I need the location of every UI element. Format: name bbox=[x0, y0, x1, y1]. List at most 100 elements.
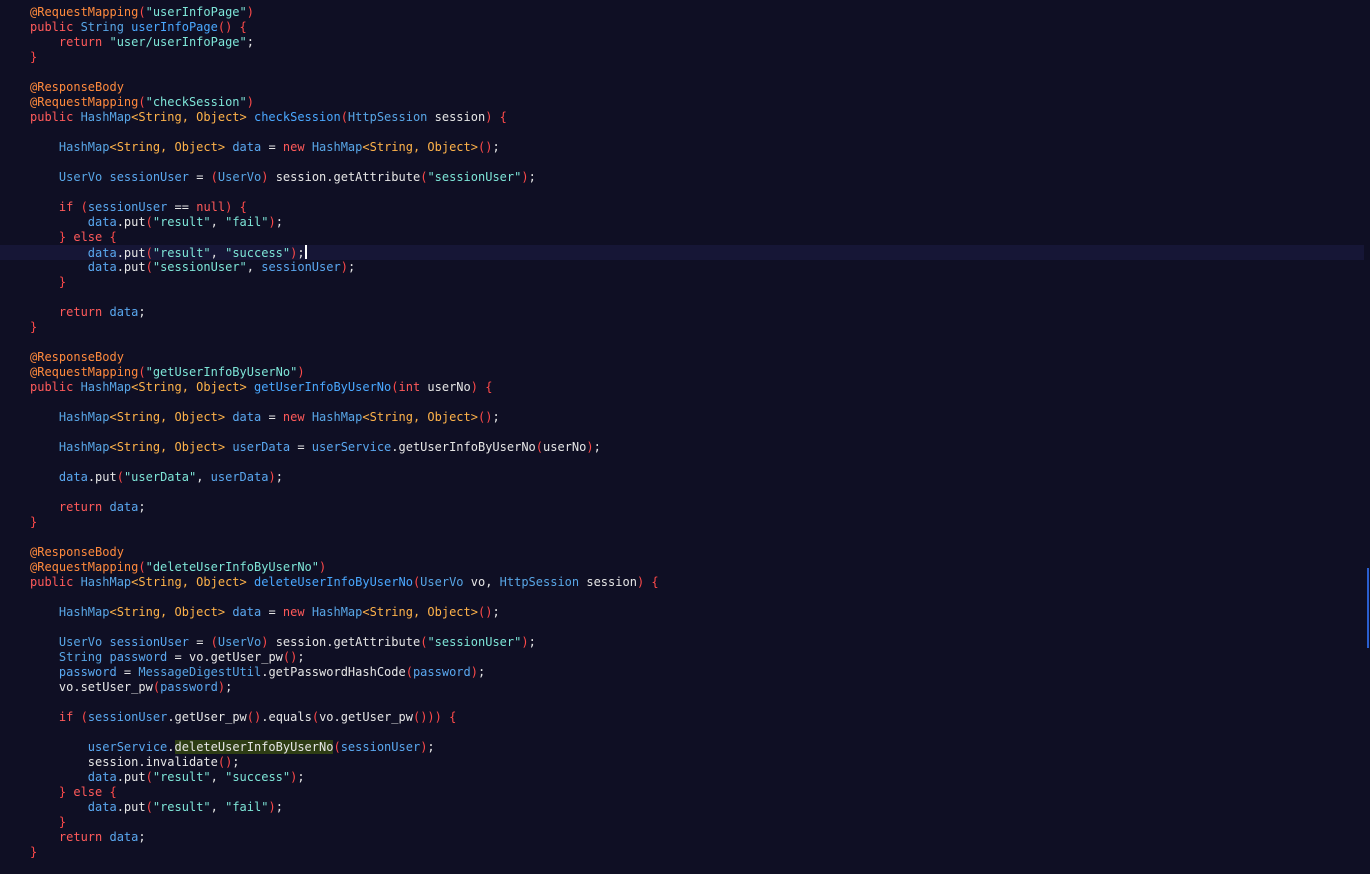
code-line[interactable] bbox=[0, 155, 1364, 170]
code-line[interactable]: data.put("result", "fail"); bbox=[0, 800, 1364, 815]
code-line[interactable]: String password = vo.getUser_pw(); bbox=[0, 650, 1364, 665]
code-line[interactable]: HashMap<String, Object> data = new HashM… bbox=[0, 410, 1364, 425]
code-line[interactable]: return data; bbox=[0, 305, 1364, 320]
code-line[interactable]: password = MessageDigestUtil.getPassword… bbox=[0, 665, 1364, 680]
code-line[interactable] bbox=[0, 485, 1364, 500]
code-line[interactable]: @RequestMapping("userInfoPage") bbox=[0, 5, 1364, 20]
code-line[interactable]: vo.setUser_pw(password); bbox=[0, 680, 1364, 695]
code-token: "fail" bbox=[225, 800, 269, 814]
code-line[interactable]: if (sessionUser.getUser_pw().equals(vo.g… bbox=[0, 710, 1364, 725]
code-line[interactable] bbox=[0, 125, 1364, 140]
code-line[interactable]: userService.deleteUserInfoByUserNo(sessi… bbox=[0, 740, 1364, 755]
code-token: = bbox=[261, 140, 283, 154]
code-token: ; bbox=[492, 140, 500, 154]
code-token: ( bbox=[405, 665, 413, 679]
code-line[interactable] bbox=[0, 185, 1364, 200]
code-line[interactable]: } bbox=[0, 515, 1364, 530]
code-area[interactable]: @RequestMapping("userInfoPage") public St… bbox=[0, 5, 1364, 860]
code-token: = bbox=[261, 410, 283, 424]
code-line[interactable]: @ResponseBody bbox=[0, 350, 1364, 365]
code-token: return bbox=[58, 35, 110, 49]
code-line[interactable]: @ResponseBody bbox=[0, 545, 1364, 560]
code-line[interactable]: return data; bbox=[0, 500, 1364, 515]
code-line[interactable]: return data; bbox=[0, 830, 1364, 845]
code-line[interactable]: UserVo sessionUser = (UserVo) session.ge… bbox=[0, 170, 1364, 185]
code-line[interactable]: public HashMap<String, Object> getUserIn… bbox=[0, 380, 1364, 395]
code-line[interactable]: } else { bbox=[0, 230, 1364, 245]
code-token: session bbox=[586, 575, 637, 589]
code-line-current[interactable]: data.put("result", "success"); bbox=[0, 245, 1364, 260]
code-line[interactable] bbox=[0, 455, 1364, 470]
code-token: ; bbox=[138, 500, 146, 514]
code-line[interactable]: } bbox=[0, 815, 1364, 830]
code-line[interactable] bbox=[0, 590, 1364, 605]
code-token: password bbox=[109, 650, 168, 664]
vertical-scrollbar[interactable] bbox=[1364, 0, 1370, 874]
code-token: userData bbox=[232, 440, 291, 454]
code-line[interactable]: @RequestMapping("getUserInfoByUserNo") bbox=[0, 365, 1364, 380]
code-token: = bbox=[116, 665, 139, 679]
code-token: , bbox=[196, 470, 211, 484]
code-line[interactable] bbox=[0, 530, 1364, 545]
code-line[interactable]: session.invalidate(); bbox=[0, 755, 1364, 770]
code-token: .getUser_pw bbox=[167, 710, 247, 724]
code-token: } bbox=[30, 50, 38, 64]
code-line[interactable]: UserVo sessionUser = (UserVo) session.ge… bbox=[0, 635, 1364, 650]
code-line[interactable] bbox=[0, 395, 1364, 410]
code-token: <String, Object> bbox=[131, 380, 254, 394]
code-line[interactable] bbox=[0, 65, 1364, 80]
code-line[interactable]: public HashMap<String, Object> deleteUse… bbox=[0, 575, 1364, 590]
code-line[interactable]: } bbox=[0, 275, 1364, 290]
code-token: ( bbox=[145, 215, 153, 229]
code-token: HashMap bbox=[311, 140, 363, 154]
code-line[interactable]: } bbox=[0, 50, 1364, 65]
code-line[interactable] bbox=[0, 725, 1364, 740]
code-line[interactable] bbox=[0, 695, 1364, 710]
code-token: HashMap bbox=[311, 410, 363, 424]
code-token: sessionUser bbox=[109, 635, 189, 649]
code-line[interactable]: HashMap<String, Object> userData = userS… bbox=[0, 440, 1364, 455]
code-token: HttpSession bbox=[499, 575, 587, 589]
code-token: getUserInfoByUserNo bbox=[253, 380, 392, 394]
code-token: <String, Object> bbox=[131, 110, 254, 124]
code-line[interactable]: data.put("result", "fail"); bbox=[0, 215, 1364, 230]
code-token: , bbox=[210, 246, 226, 260]
code-token: deleteUserInfoByUserNo bbox=[253, 575, 413, 589]
code-line[interactable]: HashMap<String, Object> data = new HashM… bbox=[0, 140, 1364, 155]
code-line[interactable] bbox=[0, 620, 1364, 635]
code-line[interactable]: if (sessionUser == null) { bbox=[0, 200, 1364, 215]
code-line[interactable]: public String userInfoPage() { bbox=[0, 20, 1364, 35]
code-line[interactable] bbox=[0, 335, 1364, 350]
code-token: HashMap bbox=[80, 575, 132, 589]
code-line[interactable]: return "user/userInfoPage"; bbox=[0, 35, 1364, 50]
code-line[interactable]: @ResponseBody bbox=[0, 80, 1364, 95]
code-line[interactable]: data.put("userData", userData); bbox=[0, 470, 1364, 485]
code-line[interactable] bbox=[0, 425, 1364, 440]
code-token: ) bbox=[268, 215, 276, 229]
code-token: ) bbox=[217, 680, 226, 694]
code-token: userInfoPage bbox=[131, 20, 218, 34]
code-line[interactable]: data.put("result", "success"); bbox=[0, 770, 1364, 785]
code-token: checkSession bbox=[253, 110, 341, 124]
code-line[interactable]: } else { bbox=[0, 785, 1364, 800]
code-line[interactable]: public HashMap<String, Object> checkSess… bbox=[0, 110, 1364, 125]
code-line[interactable] bbox=[0, 290, 1364, 305]
code-line[interactable]: HashMap<String, Object> data = new HashM… bbox=[0, 605, 1364, 620]
scrollbar-thumb[interactable] bbox=[1367, 568, 1369, 648]
code-line[interactable]: @RequestMapping("checkSession") bbox=[0, 95, 1364, 110]
code-line[interactable]: } bbox=[0, 845, 1364, 860]
code-token: ( bbox=[340, 110, 348, 124]
code-token: ) bbox=[261, 170, 276, 184]
code-editor[interactable]: @RequestMapping("userInfoPage") public St… bbox=[0, 0, 1370, 874]
code-line[interactable]: @RequestMapping("deleteUserInfoByUserNo"… bbox=[0, 560, 1364, 575]
code-line[interactable]: } bbox=[0, 320, 1364, 335]
code-token: ; bbox=[593, 440, 601, 454]
code-token: { bbox=[109, 785, 117, 799]
code-line[interactable]: data.put("sessionUser", sessionUser); bbox=[0, 260, 1364, 275]
code-token: ( bbox=[80, 200, 88, 214]
